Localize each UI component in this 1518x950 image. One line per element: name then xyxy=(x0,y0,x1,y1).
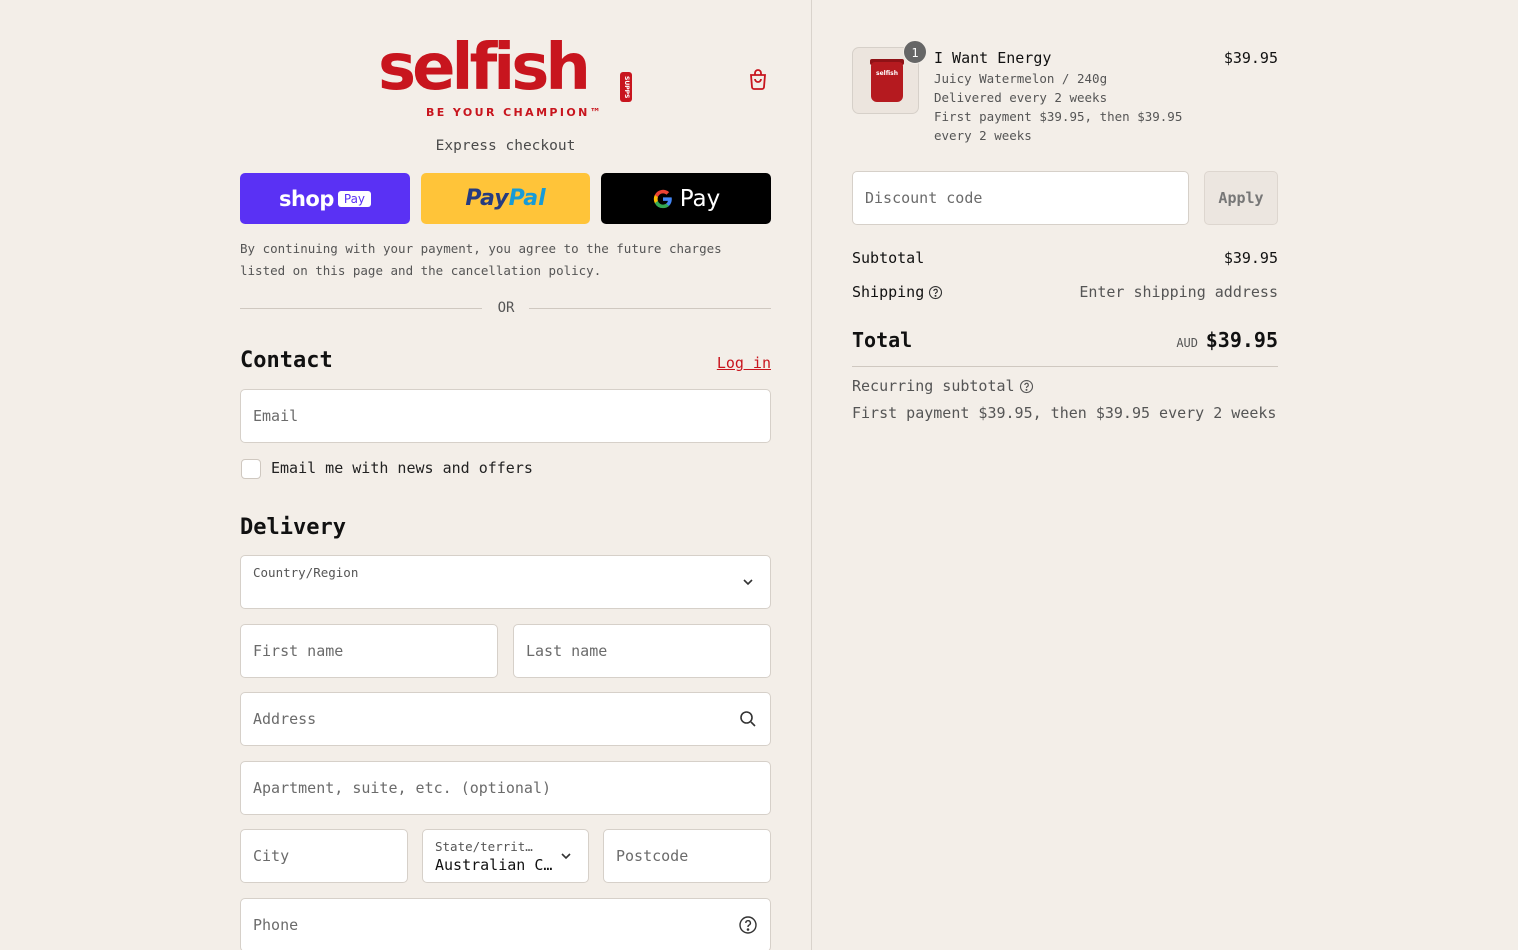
chevron-down-icon xyxy=(561,853,571,860)
subtotal-value: $39.95 xyxy=(1223,249,1278,267)
city-field[interactable]: City xyxy=(240,829,408,883)
state-label: State/territ… xyxy=(435,839,533,854)
jar-label: selfish xyxy=(876,70,898,77)
express-checkout-label: Express checkout xyxy=(435,138,576,154)
brand-badge: SUPPS xyxy=(620,72,632,102)
help-circle-icon[interactable] xyxy=(928,285,943,300)
product-price: $39.95 xyxy=(1223,49,1278,67)
or-divider-left xyxy=(240,308,482,309)
total-label: Total xyxy=(852,328,913,352)
google-pay-button[interactable]: Pay xyxy=(601,173,771,224)
shopping-bag-icon[interactable] xyxy=(746,67,770,91)
google-g-icon xyxy=(653,189,672,208)
phone-placeholder: Phone xyxy=(253,916,299,934)
or-divider-right xyxy=(529,308,771,309)
discount-code-field[interactable]: Discount code xyxy=(852,171,1189,225)
email-placeholder: Email xyxy=(253,407,299,425)
apartment-placeholder: Apartment, suite, etc. (optional) xyxy=(253,779,552,797)
email-field[interactable]: Email xyxy=(240,389,771,443)
recurring-subtotal-row: Recurring subtotal xyxy=(852,377,1034,395)
last-name-field[interactable]: Last name xyxy=(513,624,771,678)
subtotal-label: Subtotal xyxy=(852,249,925,267)
contact-heading: Contact xyxy=(240,348,333,373)
help-circle-icon[interactable] xyxy=(738,915,758,935)
checkout-form-panel: selfish SUPPS BE YOUR CHAMPION™ Express … xyxy=(0,0,811,950)
shop-pay-wordmark: shop xyxy=(278,186,334,211)
address-placeholder: Address xyxy=(253,710,317,728)
shop-pay-pill: Pay xyxy=(337,190,372,207)
postcode-placeholder: Postcode xyxy=(616,847,689,865)
recurring-subtotal-detail: First payment $39.95, then $39.95 every … xyxy=(852,404,1277,422)
shop-pay-button[interactable]: shop Pay xyxy=(240,173,410,224)
apartment-field[interactable]: Apartment, suite, etc. (optional) xyxy=(240,761,771,815)
total-currency: AUD xyxy=(1176,336,1198,350)
address-field[interactable]: Address xyxy=(240,692,771,746)
help-circle-icon[interactable] xyxy=(1019,379,1034,394)
newsletter-checkbox[interactable] xyxy=(241,459,261,479)
or-divider-label: OR xyxy=(497,300,515,316)
brand-wordmark: selfish xyxy=(378,31,591,105)
first-name-field[interactable]: First name xyxy=(240,624,498,678)
country-label: Country/Region xyxy=(253,565,359,580)
payment-legal-notice: By continuing with your payment, you agr… xyxy=(240,241,722,278)
google-pay-label: Pay xyxy=(679,185,721,212)
brand-logo[interactable]: selfish SUPPS BE YOUR CHAMPION™ xyxy=(378,32,634,122)
last-name-placeholder: Last name xyxy=(526,642,608,660)
paypal-button[interactable]: PayPal xyxy=(421,173,590,224)
product-payment-terms-cont: every 2 weeks xyxy=(934,128,1032,143)
shipping-value: Enter shipping address xyxy=(1079,283,1278,301)
shipping-row: Shipping xyxy=(852,283,943,301)
apply-discount-button[interactable]: Apply xyxy=(1204,171,1278,225)
product-payment-terms: First payment $39.95, then $39.95 xyxy=(934,109,1183,124)
quantity-badge: 1 xyxy=(903,40,927,64)
newsletter-label: Email me with news and offers xyxy=(271,459,533,477)
total-amount: $39.95 xyxy=(1205,328,1278,352)
search-icon[interactable] xyxy=(738,709,758,729)
postcode-field[interactable]: Postcode xyxy=(603,829,771,883)
paypal-logo: PayPal xyxy=(465,186,546,211)
first-name-placeholder: First name xyxy=(253,642,344,660)
order-summary-panel xyxy=(812,0,1518,950)
country-select[interactable]: Country/Region xyxy=(240,555,771,609)
product-delivery-frequency: Delivered every 2 weeks xyxy=(934,90,1108,105)
shipping-label: Shipping xyxy=(852,283,925,301)
state-select[interactable]: State/territ… Australian C… xyxy=(422,829,589,883)
discount-placeholder: Discount code xyxy=(865,189,983,207)
jar-body xyxy=(871,62,903,102)
brand-tagline: BE YOUR CHAMPION™ xyxy=(426,106,604,119)
product-name: I Want Energy xyxy=(934,49,1052,67)
phone-field[interactable]: Phone xyxy=(240,898,771,950)
recurring-subtotal-label: Recurring subtotal xyxy=(852,377,1015,395)
total-divider xyxy=(852,366,1278,367)
state-value: Australian C… xyxy=(435,856,553,874)
login-link[interactable]: Log in xyxy=(700,354,771,372)
delivery-heading: Delivery xyxy=(240,515,346,540)
city-placeholder: City xyxy=(253,847,290,865)
product-variant: Juicy Watermelon / 240g xyxy=(934,71,1108,86)
chevron-down-icon xyxy=(743,579,753,586)
